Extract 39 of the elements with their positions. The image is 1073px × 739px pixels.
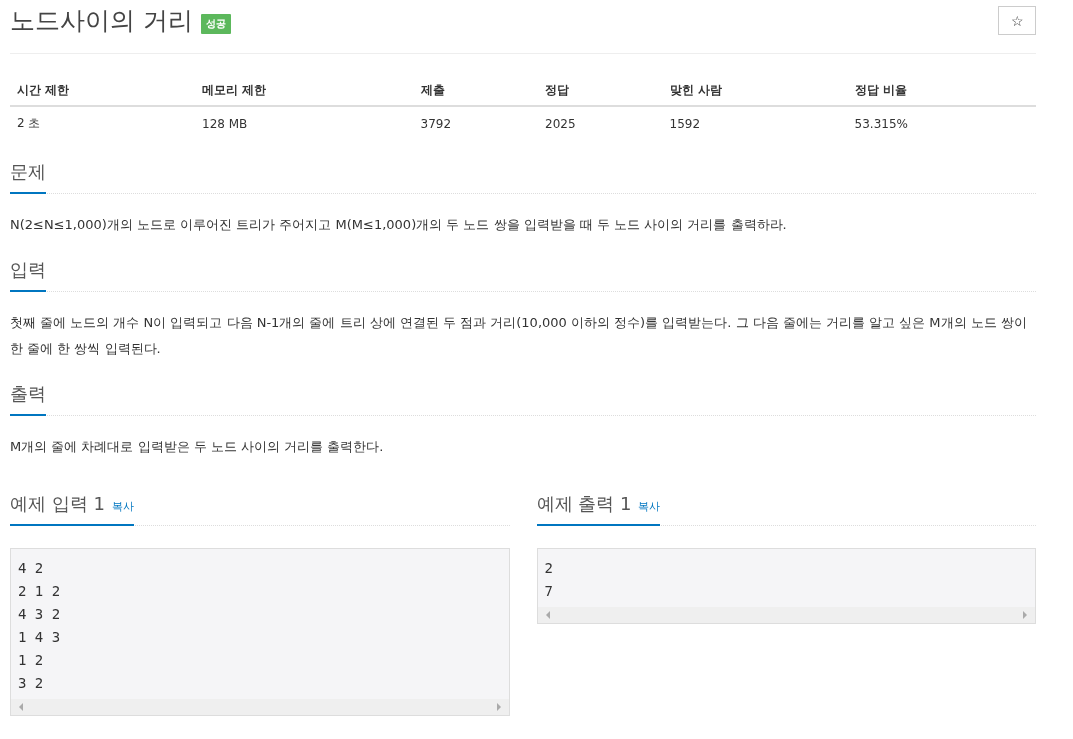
left-arrow-icon[interactable] xyxy=(19,703,23,711)
section-text: 첫째 줄에 노드의 개수 N이 입력되고 다음 N-1개의 줄에 트리 상에 연결된 두 점과 거리(10,000 이하의 정수)를 입력받는다. 그 다음 줄에는 거리를 알고 싶은 M개의 노드 쌍이 한 줄에 한 쌍씩 입력된다. xyxy=(10,314,1028,358)
section-text: N(2≤N≤1,000)개의 노드로 이루어진 트리가 주어지고 M(M≤1,000)개의 두 노드 쌍을 입력받을 때 두 노드 사이의 거리를 출력하라. xyxy=(10,216,788,234)
right-arrow-icon[interactable] xyxy=(496,703,501,711)
horizontal-scrollbar[interactable] xyxy=(11,699,509,715)
table-cell: 3792 xyxy=(413,106,539,140)
problem-title: 노드사이의 거리 xyxy=(10,5,193,37)
copy-link[interactable]: 복사 xyxy=(111,499,134,514)
column-header: 시간 제한 xyxy=(10,76,195,106)
code-line: 4 3 2 xyxy=(18,605,61,624)
favorite-button[interactable]: ☆ xyxy=(998,6,1036,35)
column-header: 정답 xyxy=(538,76,663,106)
column-header: 제출 xyxy=(413,76,539,106)
right-arrow-icon[interactable] xyxy=(1023,611,1027,619)
copy-link[interactable]: 복사 xyxy=(638,499,661,514)
section-heading: 입력 xyxy=(10,258,46,292)
status-badge: 성공 xyxy=(200,13,231,34)
table-cell: 2 초 xyxy=(10,106,195,140)
table-cell: 2025 xyxy=(538,106,663,140)
code-line: 3 2 xyxy=(18,674,44,693)
column-header: 정답 비율 xyxy=(847,76,1036,106)
column-header: 메모리 제한 xyxy=(195,76,414,106)
horizontal-scrollbar[interactable] xyxy=(537,607,1035,623)
column-header: 맞힌 사람 xyxy=(662,76,848,106)
section-text: M개의 줄에 차례대로 입력받은 두 노드 사이의 거리를 출력한다. xyxy=(10,438,385,456)
code-line: 2 xyxy=(544,559,553,578)
table-cell: 128 MB xyxy=(195,106,414,140)
code-line: 2 1 2 xyxy=(18,582,61,601)
code-line: 1 2 xyxy=(18,651,44,670)
code-line: 4 2 xyxy=(18,559,44,578)
code-line: 1 4 3 xyxy=(18,628,61,647)
sample-heading: 예제 입력 1 xyxy=(10,492,105,516)
table-cell: 1592 xyxy=(662,106,848,140)
sample-heading: 예제 출력 1 xyxy=(536,492,632,516)
section-heading: 출력 xyxy=(10,382,46,416)
table-cell: 53.315% xyxy=(847,106,1036,140)
code-line: 7 xyxy=(544,582,553,601)
section-heading: 문제 xyxy=(10,160,46,194)
left-arrow-icon[interactable] xyxy=(545,611,550,619)
